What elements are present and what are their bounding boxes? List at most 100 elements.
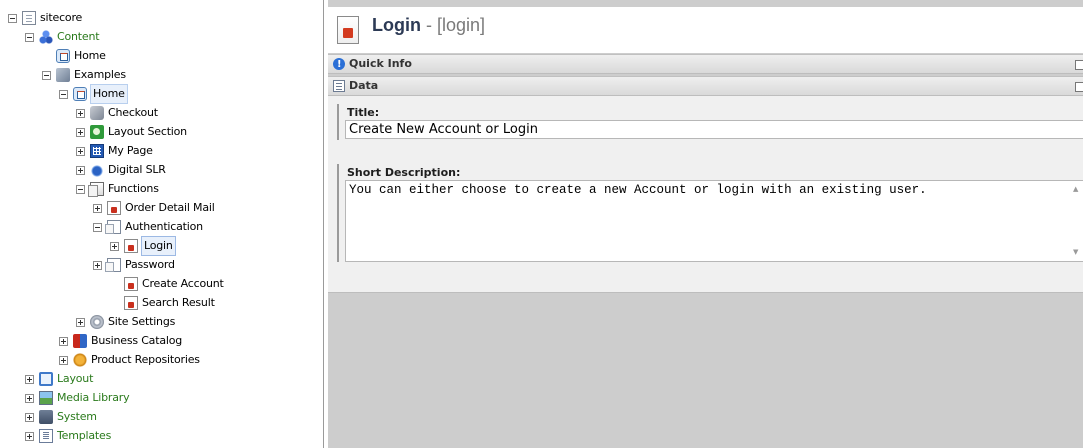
- tree-node-label: Media Library: [57, 391, 130, 404]
- tree-node-templates[interactable]: Templates: [25, 427, 111, 445]
- collapse-icon[interactable]: [59, 89, 68, 99]
- tree-node-home[interactable]: Home: [42, 47, 106, 65]
- expand-icon[interactable]: [59, 355, 68, 365]
- expand-icon[interactable]: [110, 241, 119, 251]
- collapse-icon[interactable]: [76, 184, 85, 194]
- tree-node-create-account[interactable]: Create Account: [110, 275, 224, 293]
- digital-slr-icon: [90, 163, 104, 177]
- tree-node-label: Content: [57, 30, 100, 43]
- tree-node-label: Home: [74, 49, 106, 62]
- tree-node-label: Business Catalog: [91, 334, 183, 347]
- expand-icon[interactable]: [25, 412, 34, 422]
- short-description-label: Short Description:: [347, 166, 461, 179]
- tree-node-label: Order Detail Mail: [125, 201, 215, 214]
- expand-icon[interactable]: [25, 374, 34, 384]
- content-editor-pane: Login - [login] Quick Info Data Title: S…: [328, 0, 1083, 448]
- tree-node-layout-section[interactable]: Layout Section: [76, 123, 187, 141]
- tree-node-label: Search Result: [142, 296, 215, 309]
- title-field-input[interactable]: [345, 120, 1083, 139]
- media-library-icon: [39, 391, 53, 405]
- content-icon: [39, 30, 53, 44]
- item-title: Login - [login]: [372, 15, 485, 36]
- tree-node-authentication[interactable]: Authentication: [93, 218, 203, 236]
- tree-node-site-settings[interactable]: Site Settings: [76, 313, 175, 331]
- tree-node-checkout[interactable]: Checkout: [76, 104, 158, 122]
- short-description-textarea[interactable]: You can either choose to create a new Ac…: [345, 180, 1083, 262]
- templates-icon: [39, 429, 53, 443]
- expand-icon[interactable]: [59, 336, 68, 346]
- tree-node-content[interactable]: Content: [25, 28, 100, 46]
- red-document-icon: [107, 201, 121, 215]
- tree-node-my-page[interactable]: My Page: [76, 142, 153, 160]
- checkout-icon: [90, 106, 104, 120]
- examples-icon: [56, 68, 70, 82]
- tree-node-label: sitecore: [40, 11, 83, 24]
- red-document-icon: [124, 239, 138, 253]
- tree-node-sitecore[interactable]: sitecore: [8, 9, 82, 27]
- expand-icon[interactable]: [25, 431, 34, 441]
- tree-node-functions[interactable]: Functions: [76, 180, 159, 198]
- tree-node-label: Authentication: [125, 220, 203, 233]
- collapse-icon[interactable]: [1075, 82, 1083, 92]
- red-document-icon: [124, 296, 138, 310]
- tree-node-label: Site Settings: [108, 315, 176, 328]
- system-icon: [39, 410, 53, 424]
- tree-node-digital-slr[interactable]: Digital SLR: [76, 161, 166, 179]
- collapse-icon[interactable]: [42, 70, 51, 80]
- tree-node-label: Templates: [57, 429, 112, 442]
- tree-node-label: Layout: [57, 372, 94, 385]
- expand-icon[interactable]: [76, 127, 85, 137]
- collapse-icon[interactable]: [93, 222, 102, 232]
- expand-icon[interactable]: [93, 203, 102, 213]
- tree-node-label: My Page: [108, 144, 153, 157]
- expand-icon[interactable]: [25, 393, 34, 403]
- tree-node-label: Examples: [74, 68, 126, 81]
- product-repositories-icon: [73, 353, 87, 367]
- tree-node-label: Digital SLR: [108, 163, 166, 176]
- functions-icon: [88, 182, 104, 197]
- home-icon: [73, 87, 87, 101]
- tree-node-examples[interactable]: Examples: [42, 66, 126, 84]
- title-field-label: Title:: [347, 106, 380, 119]
- tree-node-order-detail-mail[interactable]: Order Detail Mail: [93, 199, 215, 217]
- folder-pages-icon: [105, 220, 121, 234]
- tree-node-business-catalog[interactable]: Business Catalog: [59, 332, 182, 350]
- data-section-bar[interactable]: Data: [328, 76, 1083, 96]
- tree-node-label: Checkout: [108, 106, 158, 119]
- tree-node-layout[interactable]: Layout: [25, 370, 93, 388]
- tree-node-product-repositories[interactable]: Product Repositories: [59, 351, 200, 369]
- collapse-icon[interactable]: [8, 13, 17, 23]
- login-item-icon: [337, 16, 359, 44]
- tree-node-label: Layout Section: [108, 125, 187, 138]
- short-description-field-marker: [337, 164, 339, 262]
- tree-node-label: Password: [125, 258, 175, 271]
- collapse-icon[interactable]: [25, 32, 34, 42]
- data-fields-panel: Title: Short Description: You can either…: [328, 96, 1083, 293]
- scroll-down-icon[interactable]: ▼: [1073, 248, 1078, 256]
- expand-icon[interactable]: [76, 317, 85, 327]
- content-tree: sitecore Content Home Examples Home Checkout L…: [0, 0, 324, 448]
- tree-node-media-library[interactable]: Media Library: [25, 389, 130, 407]
- scroll-up-icon[interactable]: ▲: [1073, 185, 1078, 193]
- tree-node-login[interactable]: Login: [110, 236, 176, 256]
- expand-icon[interactable]: [76, 146, 85, 156]
- expand-icon[interactable]: [76, 165, 85, 175]
- expand-icon[interactable]: [1075, 60, 1083, 70]
- quick-info-section-bar[interactable]: Quick Info: [328, 54, 1083, 75]
- tree-node-label: Product Repositories: [91, 353, 200, 366]
- info-icon: [333, 55, 345, 75]
- site-settings-icon: [90, 315, 104, 329]
- expand-icon[interactable]: [76, 108, 85, 118]
- tree-node-label: Home: [90, 84, 128, 104]
- quick-info-label: Quick Info: [349, 57, 412, 70]
- tree-node-password[interactable]: Password: [93, 256, 175, 274]
- tree-node-system[interactable]: System: [25, 408, 97, 426]
- expand-icon[interactable]: [93, 260, 102, 270]
- tree-node-home[interactable]: Home: [59, 84, 128, 104]
- folder-pages-icon: [105, 258, 121, 272]
- home-icon: [56, 49, 70, 63]
- data-section-label: Data: [349, 79, 379, 92]
- tree-node-label: Login: [141, 236, 176, 256]
- tree-node-search-result[interactable]: Search Result: [110, 294, 215, 312]
- layout-icon: [39, 372, 53, 386]
